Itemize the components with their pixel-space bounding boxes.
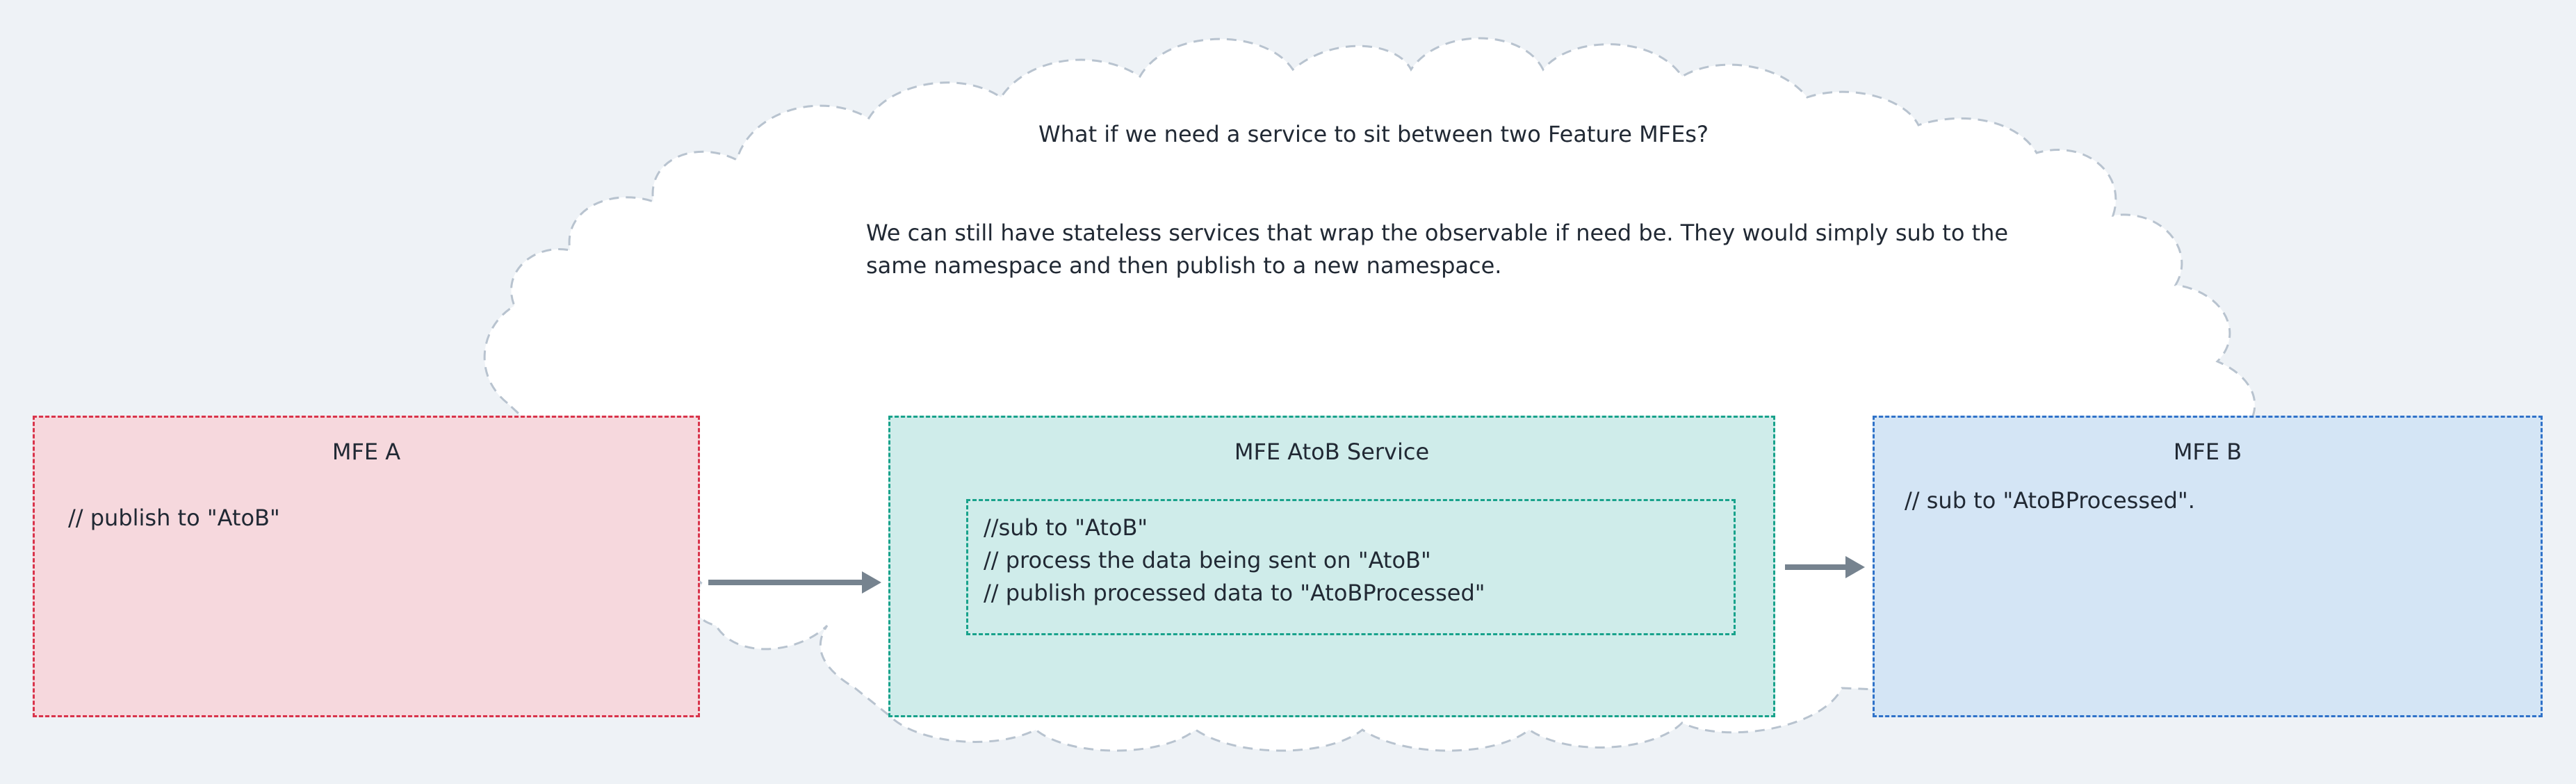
mfe-a-box: MFE A // publish to "AtoB" — [33, 416, 700, 717]
cloud-question: What if we need a service to sit between… — [1038, 121, 1709, 147]
service-line-1: //sub to "AtoB" — [984, 514, 1148, 541]
service-logic-box: //sub to "AtoB" // process the data bein… — [966, 499, 1736, 635]
mfe-atob-service-title: MFE AtoB Service — [1234, 439, 1430, 465]
mfe-b-title: MFE B — [2173, 439, 2242, 465]
service-line-2: // process the data being sent on "AtoB" — [984, 547, 1431, 573]
mfe-b-note: // sub to "AtoBProcessed". — [1905, 487, 2195, 514]
mfe-a-title: MFE A — [332, 439, 401, 465]
service-line-3: // publish processed data to "AtoBProces… — [984, 580, 1485, 606]
cloud-explanation-line-1: We can still have stateless services tha… — [866, 220, 2009, 246]
mfe-b-box: MFE B // sub to "AtoBProcessed". — [1873, 416, 2543, 717]
cloud-explanation-line-2: same namespace and then publish to a new… — [866, 252, 1502, 279]
mfe-a-note: // publish to "AtoB" — [68, 505, 280, 531]
